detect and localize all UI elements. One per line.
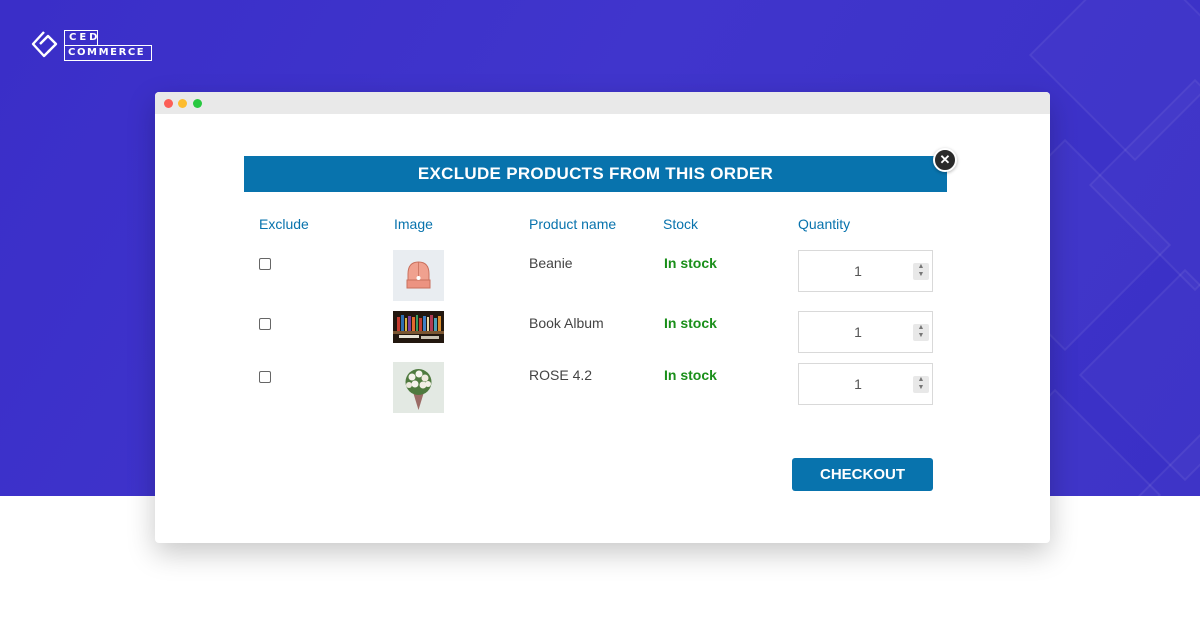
spinner-icon[interactable]: ▲ ▼: [913, 376, 929, 393]
product-name: ROSE 4.2: [529, 367, 593, 383]
beanie-image: [393, 250, 444, 301]
quantity-stepper[interactable]: 1 ▲ ▼: [798, 250, 933, 292]
modal-title: EXCLUDE PRODUCTS FROM THIS ORDER: [244, 156, 947, 192]
window-titlebar: [155, 92, 1050, 114]
quantity-stepper[interactable]: 1 ▲ ▼: [798, 363, 933, 405]
checkout-button[interactable]: CHECKOUT: [792, 458, 933, 491]
exclude-checkbox[interactable]: [259, 371, 271, 383]
column-header-product-name: Product name: [529, 216, 617, 232]
spinner-icon[interactable]: ▲ ▼: [913, 263, 929, 280]
logo-mark-icon: [31, 31, 58, 58]
quantity-value[interactable]: 1: [799, 364, 917, 404]
stock-status: In stock: [664, 367, 717, 383]
cedcommerce-logo: CED COMMERCE: [30, 30, 160, 64]
product-name: Beanie: [529, 255, 573, 271]
quantity-stepper[interactable]: 1 ▲ ▼: [798, 311, 933, 353]
column-header-quantity: Quantity: [798, 216, 851, 232]
logo-text-ced: CED: [64, 30, 98, 46]
maximize-window-icon[interactable]: [193, 99, 202, 108]
close-window-icon[interactable]: [164, 99, 173, 108]
close-modal-button[interactable]: ✕: [933, 148, 957, 172]
browser-window: EXCLUDE PRODUCTS FROM THIS ORDER ✕ Exclu…: [155, 92, 1050, 543]
column-header-stock: Stock: [663, 216, 699, 232]
rose-bouquet-image: [393, 362, 444, 413]
close-icon: ✕: [939, 152, 951, 167]
stock-status: In stock: [664, 255, 717, 271]
stock-status: In stock: [664, 315, 717, 331]
product-name: Book Album: [529, 315, 604, 331]
column-header-exclude: Exclude: [259, 216, 309, 232]
exclude-checkbox[interactable]: [259, 318, 271, 330]
exclude-checkbox[interactable]: [259, 258, 271, 270]
logo-text-commerce: COMMERCE: [64, 45, 152, 61]
spinner-icon[interactable]: ▲ ▼: [913, 324, 929, 341]
column-header-image: Image: [394, 216, 433, 232]
books-image: [393, 311, 444, 343]
minimize-window-icon[interactable]: [178, 99, 187, 108]
logo-wordmark: CED COMMERCE: [64, 30, 152, 62]
quantity-value[interactable]: 1: [799, 251, 917, 291]
quantity-value[interactable]: 1: [799, 312, 917, 352]
